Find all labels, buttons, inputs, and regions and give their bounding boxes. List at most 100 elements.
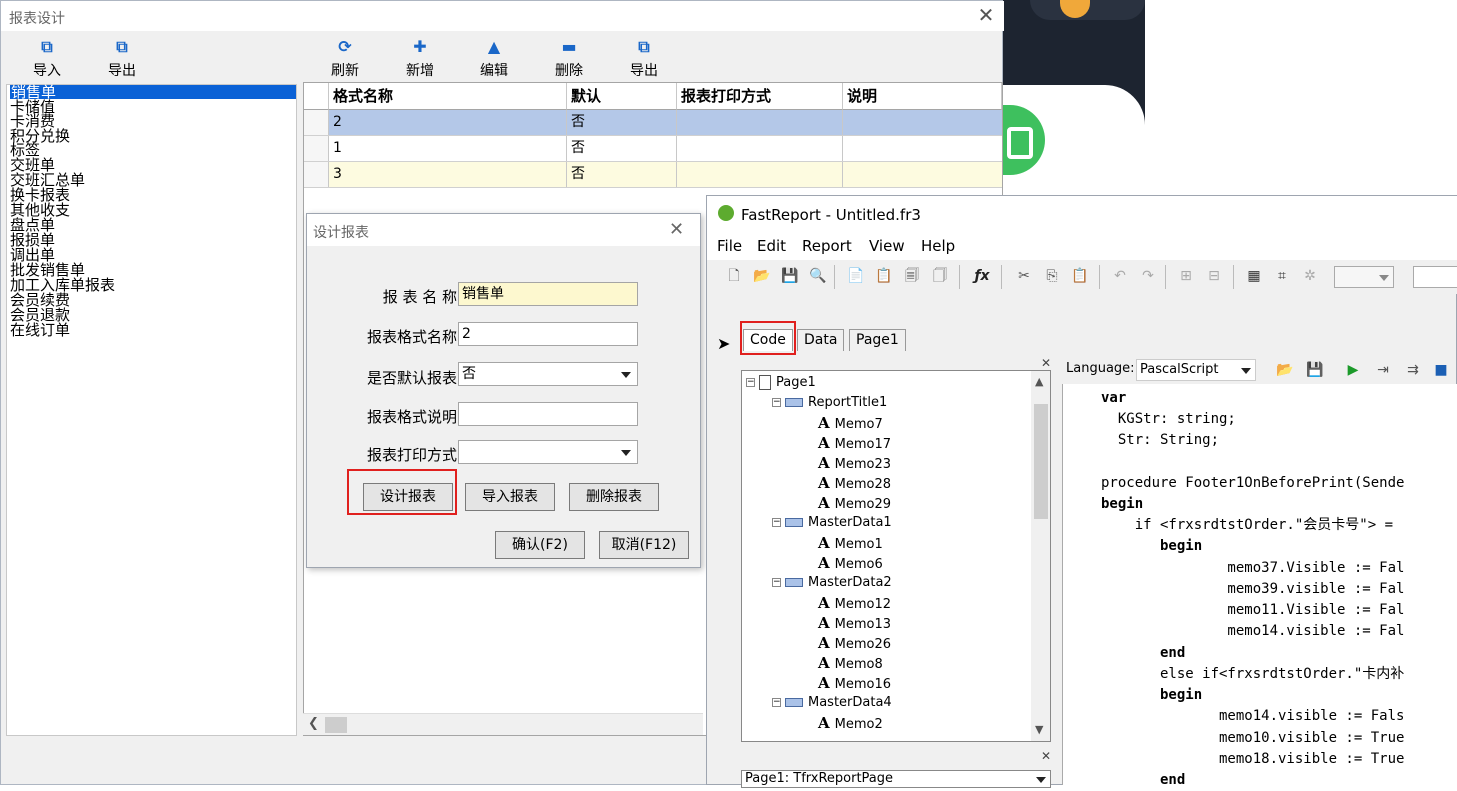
column-header-default[interactable]: 默认	[567, 83, 677, 110]
report-name-field[interactable]: 销售单	[458, 282, 638, 306]
confirm-button[interactable]: 确认(F2)	[495, 531, 585, 559]
export-button[interactable]: ⧉ 导出	[92, 36, 152, 84]
collapse-icon[interactable]: −	[772, 578, 781, 587]
collapse-icon[interactable]: −	[772, 518, 781, 527]
list-item[interactable]: 调出单	[10, 248, 55, 263]
chevron-down-icon[interactable]	[1379, 275, 1389, 281]
chevron-down-icon[interactable]	[621, 450, 631, 456]
grid-horizontal-scrollbar[interactable]: ❮	[303, 713, 703, 735]
menu-edit[interactable]: Edit	[757, 237, 786, 255]
menu-help[interactable]: Help	[921, 237, 955, 255]
object-selector[interactable]: Page1: TfrxReportPage	[741, 770, 1051, 788]
scroll-up-icon[interactable]: ▲	[1035, 375, 1043, 388]
column-header-name[interactable]: 格式名称	[329, 83, 567, 110]
list-item[interactable]: 会员退款	[10, 308, 70, 323]
scroll-thumb[interactable]	[1034, 404, 1048, 519]
preview-icon[interactable]: 🔍	[809, 267, 827, 285]
tree-node[interactable]: A Memo13	[818, 614, 891, 632]
font-select[interactable]	[1413, 266, 1457, 288]
cancel-button[interactable]: 取消(F12)	[599, 531, 689, 559]
list-item[interactable]: 换卡报表	[10, 188, 70, 203]
tree-node[interactable]: − ReportTitle1	[772, 394, 887, 412]
ungroup-icon[interactable]: ⊟	[1205, 267, 1223, 285]
tree-node[interactable]: A Memo8	[818, 654, 883, 672]
scroll-thumb[interactable]	[325, 717, 347, 733]
tab-page1[interactable]: Page1	[849, 329, 906, 351]
default-report-select[interactable]: 否	[458, 362, 638, 386]
copy-icon[interactable]: ⎘	[1043, 267, 1061, 285]
table-cell[interactable]: 3	[329, 162, 567, 187]
close-panel-icon[interactable]: ✕	[1041, 356, 1051, 370]
language-select[interactable]: PascalScript	[1136, 359, 1256, 381]
new-page-icon[interactable]: 📄	[847, 267, 865, 285]
save-icon[interactable]: 💾	[1306, 361, 1324, 379]
chevron-down-icon[interactable]	[1241, 368, 1251, 374]
redo-icon[interactable]: ↷	[1139, 267, 1157, 285]
list-item[interactable]: 加工入库单报表	[10, 278, 115, 293]
tree-node[interactable]: A Memo6	[818, 554, 883, 572]
tree-node[interactable]: − MasterData2	[772, 574, 892, 592]
list-item[interactable]: 标签	[10, 143, 40, 158]
table-cell[interactable]: 1	[329, 136, 567, 161]
tree-node[interactable]: A Memo23	[818, 454, 891, 472]
table-cell[interactable]: 否	[567, 110, 677, 135]
list-item[interactable]: 在线订单	[10, 323, 70, 338]
collapse-icon[interactable]: −	[772, 698, 781, 707]
zoom-select[interactable]	[1334, 266, 1394, 288]
tree-node[interactable]: A Memo2	[818, 714, 883, 732]
open-folder-icon[interactable]: 📂	[1276, 361, 1294, 379]
scroll-down-icon[interactable]: ▼	[1035, 723, 1043, 736]
tree-node[interactable]: A Memo1	[818, 534, 883, 552]
page-settings-icon[interactable]: 🗍	[931, 267, 949, 285]
format-description-field[interactable]	[458, 402, 638, 426]
edit-button[interactable]: ▲ 编辑	[464, 36, 524, 84]
column-header-print-mode[interactable]: 报表打印方式	[677, 83, 843, 110]
table-cell[interactable]	[843, 136, 1002, 161]
format-name-field[interactable]: 2	[458, 322, 638, 346]
list-item[interactable]: 卡消费	[10, 114, 55, 129]
table-cell[interactable]: 否	[567, 136, 677, 161]
group-icon[interactable]: ⊞	[1177, 267, 1195, 285]
pointer-icon[interactable]: ➤	[717, 334, 730, 353]
menu-view[interactable]: View	[869, 237, 905, 255]
collapse-icon[interactable]: −	[772, 398, 781, 407]
column-header-description[interactable]: 说明	[843, 83, 1002, 110]
stop-icon[interactable]: ■	[1432, 361, 1450, 379]
chevron-down-icon[interactable]	[1036, 777, 1046, 783]
row-header[interactable]	[304, 136, 329, 161]
print-mode-select[interactable]	[458, 440, 638, 464]
table-row[interactable]: 2 否	[304, 110, 1002, 136]
close-icon[interactable]: ✕	[669, 219, 684, 240]
row-header[interactable]	[304, 162, 329, 187]
open-folder-icon[interactable]: 📂	[753, 267, 771, 285]
report-type-list[interactable]: 销售单 卡储值 卡消费 积分兑换 标签 交班单 交班汇总单 换卡报表 其他收支 …	[6, 84, 297, 736]
collapse-icon[interactable]: −	[746, 378, 755, 387]
function-icon[interactable]: ƒx	[973, 267, 991, 285]
align-grid-icon[interactable]: ⌗	[1273, 267, 1291, 285]
list-item[interactable]: 交班单	[10, 158, 55, 173]
close-panel-icon[interactable]: ✕	[1041, 749, 1051, 763]
tree-node[interactable]: A Memo26	[818, 634, 891, 652]
table-cell[interactable]	[843, 110, 1002, 135]
table-row[interactable]: 1 否	[304, 136, 1002, 162]
import-button[interactable]: ⧉ 导入	[17, 36, 77, 84]
save-icon[interactable]: 💾	[781, 267, 799, 285]
list-item[interactable]: 交班汇总单	[10, 173, 85, 188]
code-editor[interactable]: var KGStr: string; Str: String; procedur…	[1062, 384, 1457, 788]
table-cell[interactable]	[843, 162, 1002, 187]
undo-icon[interactable]: ↶	[1111, 267, 1129, 285]
list-item[interactable]: 报损单	[10, 233, 55, 248]
cut-icon[interactable]: ✂	[1015, 267, 1033, 285]
table-cell[interactable]	[677, 162, 843, 187]
tree-node[interactable]: A Memo17	[818, 434, 891, 452]
list-item[interactable]: 会员续费	[10, 293, 70, 308]
table-cell[interactable]	[677, 110, 843, 135]
tree-node[interactable]: A Memo29	[818, 494, 891, 512]
step-into-icon[interactable]: ⇥	[1374, 361, 1392, 379]
tree-node[interactable]: A Memo28	[818, 474, 891, 492]
tree-node[interactable]: − MasterData1	[772, 514, 892, 532]
grid-icon[interactable]: ▦	[1245, 267, 1263, 285]
table-cell[interactable]	[677, 136, 843, 161]
list-item[interactable]: 盘点单	[10, 218, 55, 233]
chevron-down-icon[interactable]	[621, 372, 631, 378]
